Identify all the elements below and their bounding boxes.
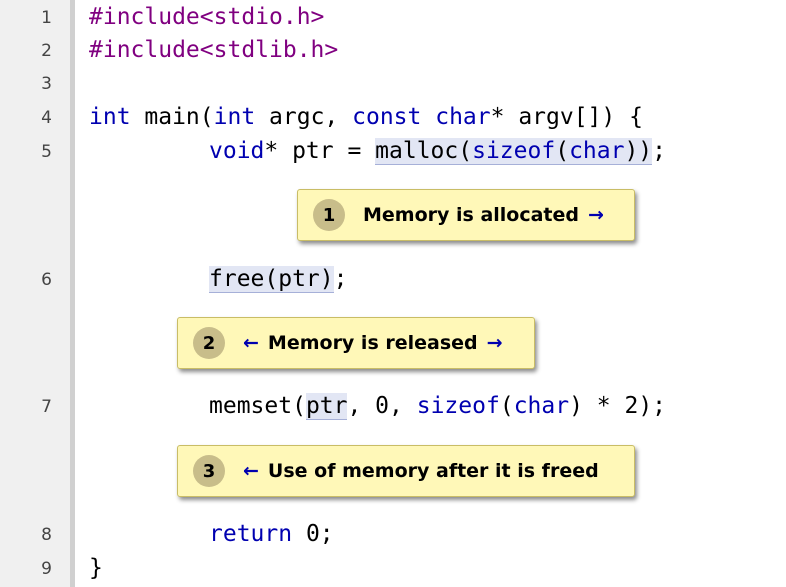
code-line-2: #include<stdlib.h> <box>89 37 338 63</box>
keyword-int: int <box>89 104 131 130</box>
step-badge: 2 <box>193 327 225 359</box>
malloc-highlight[interactable]: malloc(sizeof(char)) <box>375 138 653 165</box>
line-number-7: 7 <box>41 397 52 417</box>
keyword-int: int <box>213 104 256 130</box>
line-number-8: 8 <box>41 525 52 545</box>
code-line-8: return 0; <box>209 521 334 547</box>
ptr-highlight[interactable]: ptr <box>305 393 348 420</box>
keyword-const: const <box>352 104 422 130</box>
arrow-left-icon[interactable]: ← <box>243 332 259 354</box>
code-token: ( <box>499 393 514 419</box>
keyword-char: char <box>513 393 570 419</box>
callout-text: Memory is allocated <box>363 204 580 226</box>
arrow-right-icon[interactable]: → <box>487 332 503 354</box>
code-token: 0; <box>292 521 334 547</box>
keyword-sizeof: sizeof <box>416 393 500 419</box>
callout-text: Memory is released <box>267 332 478 354</box>
code-line-6: free(ptr); <box>209 266 348 293</box>
code-line-4: int main(int argc, const char* argv[]) { <box>89 104 643 130</box>
code-line-5: void* ptr = malloc(sizeof(char)); <box>209 138 667 165</box>
gutter-border <box>70 0 75 587</box>
code-token: * argv[]) { <box>490 104 643 130</box>
code-token: ; <box>333 266 348 292</box>
code-token: malloc( <box>375 138 473 164</box>
code-token: )) <box>624 138 653 164</box>
callout-text: Use of memory after it is freed <box>267 460 599 482</box>
keyword-return: return <box>209 521 293 547</box>
line-number-6: 6 <box>41 270 52 290</box>
line-number-4: 4 <box>41 108 52 128</box>
keyword-char: char <box>569 138 625 164</box>
code-line-1: #include<stdio.h> <box>89 4 324 30</box>
callout-2[interactable]: 2 ← Memory is released → <box>177 317 535 369</box>
code-token: ; <box>652 138 667 164</box>
code-token: main( <box>130 104 214 130</box>
line-number-5: 5 <box>41 142 52 162</box>
include-directive: #include<stdio.h> <box>89 4 325 30</box>
keyword-void: void <box>209 138 265 164</box>
step-badge: 1 <box>313 199 345 231</box>
line-number-1: 1 <box>41 8 52 28</box>
arrow-left-icon[interactable]: ← <box>243 460 259 482</box>
line-number-3: 3 <box>41 74 52 94</box>
code-token: ) * 2); <box>569 393 667 419</box>
code-token: memset( <box>209 393 306 419</box>
callout-1[interactable]: 1 Memory is allocated → <box>297 189 635 241</box>
code-line-9: } <box>89 555 103 581</box>
include-directive: #include<stdlib.h> <box>89 37 339 63</box>
closing-brace: } <box>89 555 103 581</box>
line-number-9: 9 <box>41 559 52 579</box>
arrow-right-icon[interactable]: → <box>588 204 604 226</box>
step-badge: 3 <box>193 455 225 487</box>
keyword-sizeof: sizeof <box>472 138 556 164</box>
code-token: * ptr = <box>264 138 376 164</box>
callout-3[interactable]: 3 ← Use of memory after it is freed <box>177 445 635 497</box>
line-number-2: 2 <box>41 41 52 61</box>
code-token: , 0, <box>347 393 417 419</box>
code-line-7: memset(ptr, 0, sizeof(char) * 2); <box>209 393 667 420</box>
code-token: argc, <box>255 104 353 130</box>
keyword-char: char <box>435 104 491 130</box>
free-highlight[interactable]: free(ptr) <box>209 266 334 293</box>
code-token: ( <box>555 138 570 164</box>
